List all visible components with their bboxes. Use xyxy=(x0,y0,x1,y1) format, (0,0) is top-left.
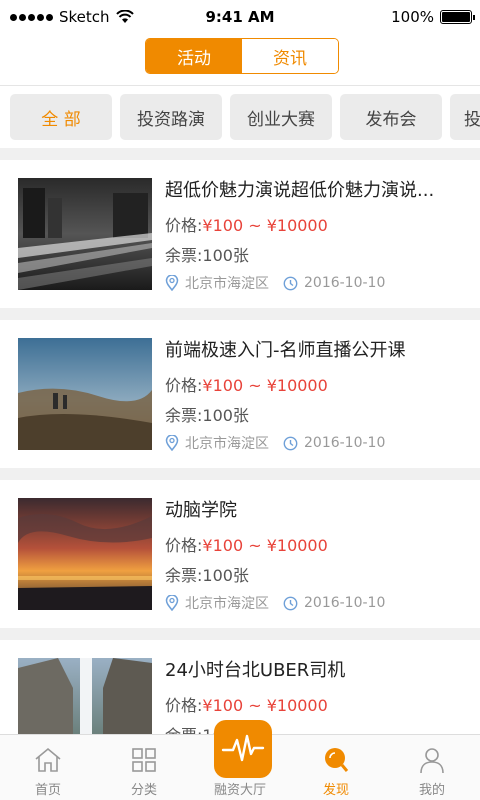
event-card[interactable]: 超低价魅力演说超低价魅力演说... 价格:¥100 ~ ¥10000 余票:10… xyxy=(0,160,480,308)
location-pin-icon xyxy=(165,275,179,291)
event-title: 前端极速入门-名师直播公开课 xyxy=(165,340,406,361)
price-label: 价格: xyxy=(165,536,203,555)
segmented-control: 活动 资讯 xyxy=(145,38,339,74)
event-thumbnail xyxy=(18,178,152,290)
financing-hall-button[interactable] xyxy=(214,720,272,778)
event-date: 2016-10-10 xyxy=(304,595,386,611)
event-meta: 北京市海淀区 2016-10-10 xyxy=(165,273,385,293)
event-card[interactable]: 动脑学院 价格:¥100 ~ ¥10000 余票:100张 北京市海淀区 201… xyxy=(0,480,480,628)
event-date-wrap: 2016-10-10 xyxy=(283,595,385,611)
tab-label: 首页 xyxy=(34,783,61,798)
segment-activities[interactable]: 活动 xyxy=(146,39,242,73)
category-startup-contest[interactable]: 创业大赛 xyxy=(230,94,332,140)
event-date-wrap: 2016-10-10 xyxy=(283,435,385,451)
event-title: 24小时台北UBER司机 xyxy=(165,660,346,681)
tab-profile[interactable]: 我的 xyxy=(384,735,480,800)
event-date: 2016-10-10 xyxy=(304,275,386,291)
status-bar: Sketch 9:41 AM 100% xyxy=(0,0,480,34)
event-price: 价格:¥100 ~ ¥10000 xyxy=(165,372,328,396)
event-date: 2016-10-10 xyxy=(304,435,386,451)
event-meta: 北京市海淀区 2016-10-10 xyxy=(165,593,385,613)
event-price: 价格:¥100 ~ ¥10000 xyxy=(165,212,328,236)
location-pin-icon xyxy=(165,595,179,611)
price-label: 价格: xyxy=(165,216,203,235)
home-icon xyxy=(35,747,61,772)
category-investment-roadshow[interactable]: 投资路演 xyxy=(120,94,222,140)
event-price: 价格:¥100 ~ ¥10000 xyxy=(165,692,328,716)
category-launch-event[interactable]: 发布会 xyxy=(340,94,442,140)
event-tickets: 余票:100张 xyxy=(165,406,249,425)
category-more[interactable]: 投 xyxy=(450,94,480,140)
discover-icon xyxy=(325,748,349,772)
event-thumbnail xyxy=(18,338,152,450)
price-value: ¥100 ~ ¥10000 xyxy=(202,536,328,555)
event-thumbnail xyxy=(18,658,152,734)
clock-icon xyxy=(283,596,298,610)
event-date-wrap: 2016-10-10 xyxy=(283,275,385,291)
event-tickets: 余票:100张 xyxy=(165,246,249,265)
clock-icon xyxy=(283,436,298,450)
event-price: 价格:¥100 ~ ¥10000 xyxy=(165,532,328,556)
tab-home[interactable]: 首页 xyxy=(0,735,96,800)
location-pin-icon xyxy=(165,435,179,451)
clock-icon xyxy=(283,276,298,290)
tab-discover[interactable]: 发现 xyxy=(288,735,384,800)
event-location: 北京市海淀区 xyxy=(185,596,269,612)
battery-percent: 100% xyxy=(391,8,434,26)
battery-icon xyxy=(440,10,475,24)
battery-status: 100% xyxy=(391,8,475,26)
tab-category[interactable]: 分类 xyxy=(96,735,192,800)
pulse-icon xyxy=(221,734,265,762)
event-thumbnail xyxy=(18,498,152,610)
nav-bar: 活动 资讯 xyxy=(0,34,480,86)
tab-label: 我的 xyxy=(418,783,445,798)
user-icon xyxy=(420,748,444,774)
event-location: 北京市海淀区 xyxy=(185,436,269,452)
event-card[interactable]: 前端极速入门-名师直播公开课 价格:¥100 ~ ¥10000 余票:100张 … xyxy=(0,320,480,468)
price-label: 价格: xyxy=(165,696,203,715)
tab-label: 分类 xyxy=(130,783,157,798)
event-title: 动脑学院 xyxy=(165,500,237,521)
price-value: ¥100 ~ ¥10000 xyxy=(202,696,328,715)
price-label: 价格: xyxy=(165,376,203,395)
event-tickets: 余票:100张 xyxy=(165,566,249,585)
tab-label: 发现 xyxy=(322,783,349,798)
event-title: 超低价魅力演说超低价魅力演说... xyxy=(165,180,435,201)
price-value: ¥100 ~ ¥10000 xyxy=(202,376,328,395)
event-location: 北京市海淀区 xyxy=(185,276,269,292)
category-filter-bar: 全 部 投资路演 创业大赛 发布会 投 xyxy=(0,86,480,148)
event-meta: 北京市海淀区 2016-10-10 xyxy=(165,433,385,453)
tab-label: 融资大厅 xyxy=(213,783,266,798)
segment-news[interactable]: 资讯 xyxy=(242,39,338,73)
category-all[interactable]: 全 部 xyxy=(10,94,112,140)
price-value: ¥100 ~ ¥10000 xyxy=(202,216,328,235)
grid-icon xyxy=(132,748,156,772)
